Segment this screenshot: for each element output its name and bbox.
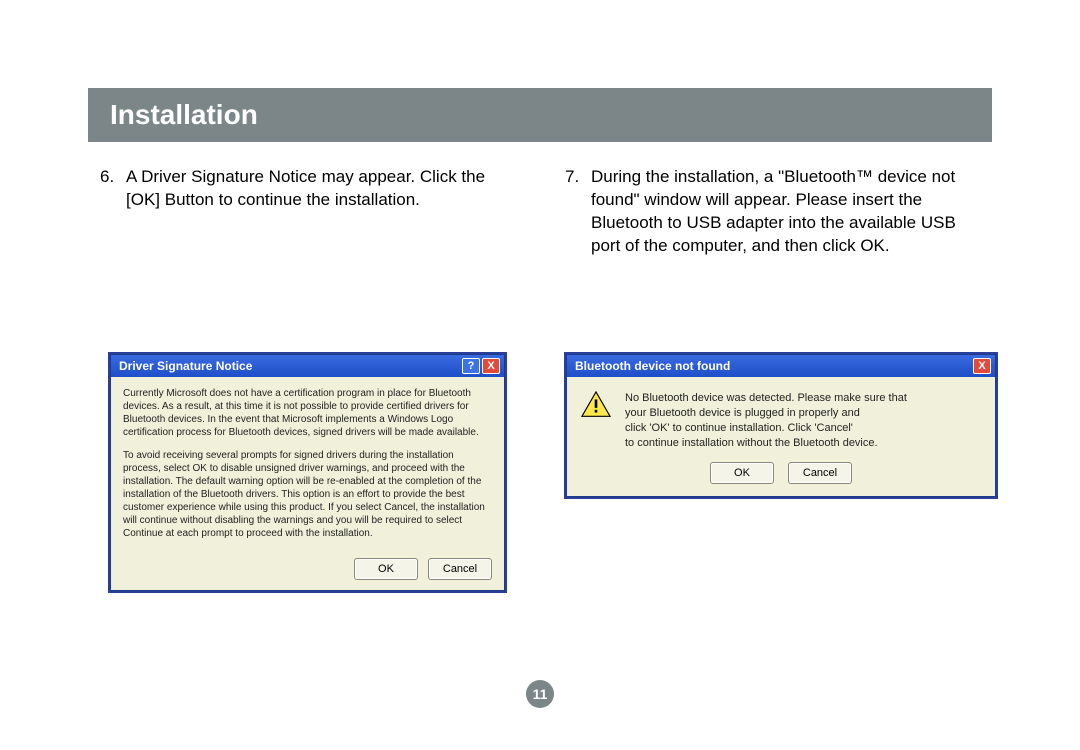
dialog-message: No Bluetooth device was detected. Please… [625, 391, 907, 450]
dialog-titlebar: Driver Signature Notice ? X [111, 355, 504, 377]
section-title: Installation [110, 99, 258, 131]
dialog-title: Bluetooth device not found [575, 359, 971, 373]
dialog-paragraph: Currently Microsoft does not have a cert… [123, 387, 492, 439]
close-icon[interactable]: X [482, 358, 500, 374]
step-number: 7. [565, 166, 591, 258]
dialog-line: your Bluetooth device is plugged in prop… [625, 406, 907, 421]
step-text: During the installation, a "Bluetooth™ d… [591, 166, 980, 258]
ok-button[interactable]: OK [354, 558, 418, 580]
dialog-button-row: OK Cancel [567, 456, 995, 496]
dialog-line: to continue installation without the Blu… [625, 436, 907, 451]
step-7: 7. During the installation, a "Bluetooth… [565, 166, 980, 258]
step-text: A Driver Signature Notice may appear. Cl… [126, 166, 515, 212]
dialog-line: No Bluetooth device was detected. Please… [625, 391, 907, 406]
dialog-body: Currently Microsoft does not have a cert… [111, 377, 504, 558]
driver-signature-dialog: Driver Signature Notice ? X Currently Mi… [108, 352, 507, 593]
dialog-line: click 'OK' to continue installation. Cli… [625, 421, 907, 436]
step-6: 6. A Driver Signature Notice may appear.… [100, 166, 515, 258]
step-number: 6. [100, 166, 126, 212]
help-icon[interactable]: ? [462, 358, 480, 374]
close-icon[interactable]: X [973, 358, 991, 374]
dialog-button-row: OK Cancel [111, 558, 504, 590]
bluetooth-not-found-dialog: Bluetooth device not found X No Bluetoot… [564, 352, 998, 499]
cancel-button[interactable]: Cancel [428, 558, 492, 580]
dialog-titlebar: Bluetooth device not found X [567, 355, 995, 377]
warning-icon [581, 391, 611, 419]
dialog-title: Driver Signature Notice [119, 359, 460, 373]
page-number-badge: 11 [526, 680, 554, 708]
dialog-paragraph: To avoid receiving several prompts for s… [123, 449, 492, 540]
page-number: 11 [0, 680, 1080, 708]
dialog-body: No Bluetooth device was detected. Please… [567, 377, 995, 456]
steps-row: 6. A Driver Signature Notice may appear.… [100, 166, 980, 258]
section-header: Installation [88, 88, 992, 142]
cancel-button[interactable]: Cancel [788, 462, 852, 484]
ok-button[interactable]: OK [710, 462, 774, 484]
